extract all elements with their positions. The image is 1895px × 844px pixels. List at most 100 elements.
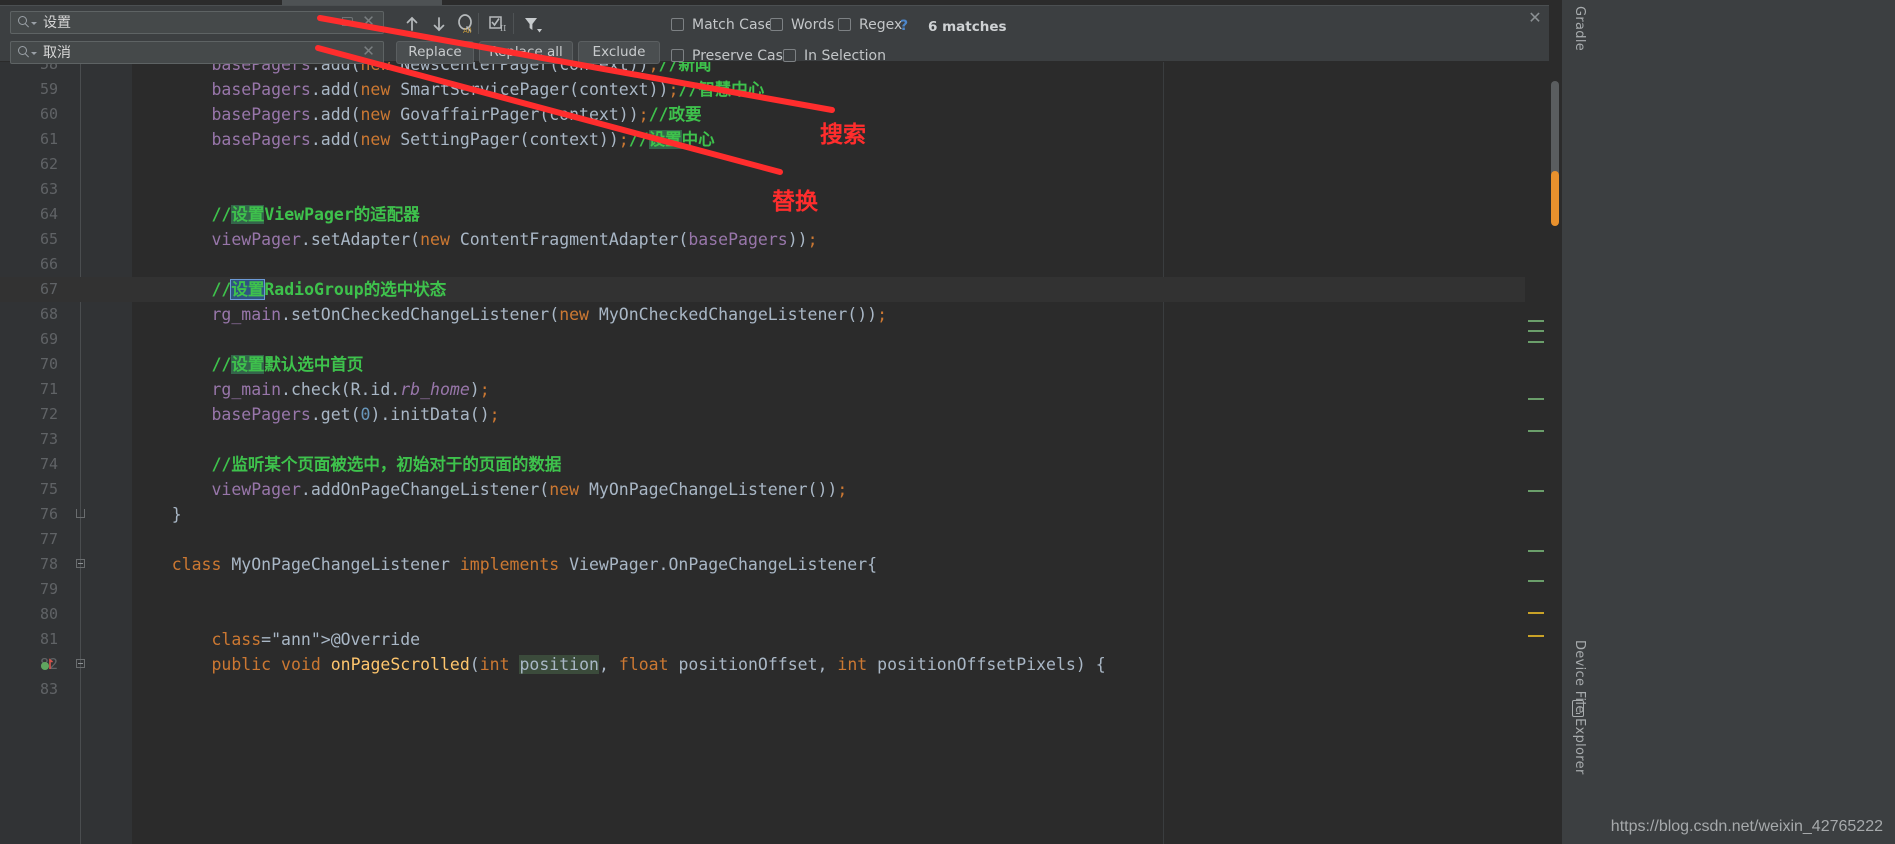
line-number: 61: [39, 130, 58, 148]
code-line[interactable]: 72 basePagers.get(0).initData();: [0, 402, 1549, 427]
line-number: 75: [39, 480, 58, 498]
clear-search-icon[interactable]: ✕: [362, 14, 375, 29]
filter-icon[interactable]: [520, 12, 546, 36]
code-text[interactable]: //设置ViewPager的适配器: [132, 202, 420, 227]
code-line[interactable]: 66: [0, 252, 1549, 277]
code-text[interactable]: basePagers.add(new SmartServicePager(con…: [132, 77, 764, 102]
preserve-case-checkbox[interactable]: [671, 49, 684, 62]
code-text[interactable]: rg_main.setOnCheckedChangeListener(new M…: [132, 302, 887, 327]
marker-stripe: [1528, 490, 1544, 492]
preserve-selection-icon[interactable]: II: [485, 12, 511, 36]
code-text[interactable]: //设置RadioGroup的选中状态: [132, 277, 446, 302]
replace-button[interactable]: Replace: [396, 41, 474, 64]
replace-input[interactable]: 取消 ✕: [10, 41, 384, 64]
code-line[interactable]: 79: [0, 577, 1549, 602]
code-line[interactable]: 74 //监听某个页面被选中，初始对于的页面的数据: [0, 452, 1549, 477]
match-case-label: Match Case: [692, 17, 774, 33]
close-icon[interactable]: ✕: [1528, 10, 1542, 26]
code-line[interactable]: 67 //设置RadioGroup的选中状态: [0, 277, 1549, 302]
code-text[interactable]: class="ann">@Override: [132, 627, 420, 652]
code-text[interactable]: //设置默认选中首页: [132, 352, 363, 377]
match-case-checkbox[interactable]: [671, 18, 684, 31]
code-editor[interactable]: 58 basePagers.add(new NewsCenterPager(co…: [0, 61, 1549, 844]
tool-window-tab-gradle[interactable]: Gradle: [1572, 6, 1587, 51]
code-text[interactable]: basePagers.add(new GovaffairPager(contex…: [132, 102, 701, 127]
code-text[interactable]: public void onPageScrolled(int position,…: [132, 652, 1106, 677]
in-selection-checkbox[interactable]: [783, 49, 796, 62]
code-line[interactable]: 76 }: [0, 502, 1549, 527]
right-tool-window-bar: [1561, 0, 1895, 844]
arrow-up-icon[interactable]: [399, 12, 425, 36]
code-text[interactable]: }: [132, 502, 182, 527]
regex-checkbox[interactable]: [838, 18, 851, 31]
line-number: 80: [39, 605, 58, 623]
code-line[interactable]: 61 basePagers.add(new SettingPager(conte…: [0, 127, 1549, 152]
line-number: 59: [39, 80, 58, 98]
line-number: 72: [39, 405, 58, 423]
code-line[interactable]: 81 class="ann">@Override: [0, 627, 1549, 652]
code-text[interactable]: basePagers.get(0).initData();: [132, 402, 499, 427]
line-number: 73: [39, 430, 58, 448]
code-text[interactable]: viewPager.addOnPageChangeListener(new My…: [132, 477, 847, 502]
code-line[interactable]: 60 basePagers.add(new GovaffairPager(con…: [0, 102, 1549, 127]
code-line[interactable]: 71 rg_main.check(R.id.rb_home);: [0, 377, 1549, 402]
code-line[interactable]: 65 viewPager.setAdapter(new ContentFragm…: [0, 227, 1549, 252]
code-line[interactable]: 77: [0, 527, 1549, 552]
line-number: 70: [39, 355, 58, 373]
editor-vertical-scrollbar[interactable]: [1549, 61, 1561, 844]
code-line[interactable]: 78 class MyOnPageChangeListener implemen…: [0, 552, 1549, 577]
code-text[interactable]: basePagers.add(new SettingPager(context)…: [132, 127, 715, 152]
line-number: 83: [39, 680, 58, 698]
search-input[interactable]: 设置 ✕: [10, 11, 384, 34]
chevron-down-icon[interactable]: [31, 22, 37, 25]
svg-text:All: All: [463, 27, 472, 35]
chevron-down-icon[interactable]: [31, 52, 37, 55]
find-replace-panel[interactable]: 设置 ✕ 取消 ✕ All II Replace Replace all Exc…: [0, 5, 1549, 64]
fold-collapse-icon[interactable]: [76, 559, 87, 570]
code-line[interactable]: 68 rg_main.setOnCheckedChangeListener(ne…: [0, 302, 1549, 327]
code-line[interactable]: 59 basePagers.add(new SmartServicePager(…: [0, 77, 1549, 102]
preserve-case-label: Preserve Case: [692, 48, 792, 64]
code-text[interactable]: rg_main.check(R.id.rb_home);: [132, 377, 489, 402]
code-line[interactable]: 80: [0, 602, 1549, 627]
regex-help-link[interactable]: ?: [900, 18, 908, 34]
scrollbar-thumb[interactable]: [1551, 81, 1559, 176]
code-text[interactable]: viewPager.setAdapter(new ContentFragment…: [132, 227, 817, 252]
ide-window: 58 basePagers.add(new NewsCenterPager(co…: [0, 0, 1895, 844]
tool-bar-edge: [1561, 0, 1562, 844]
code-line[interactable]: 62: [0, 152, 1549, 177]
code-line[interactable]: 83: [0, 677, 1549, 702]
code-line[interactable]: 70 //设置默认选中首页: [0, 352, 1549, 377]
line-number: 71: [39, 380, 58, 398]
scrollbar-thumb-highlight[interactable]: [1551, 171, 1559, 226]
fold-collapse-icon[interactable]: [76, 659, 87, 670]
select-all-occurrences-icon[interactable]: All: [452, 12, 478, 36]
exclude-button[interactable]: Exclude: [578, 41, 660, 64]
code-line[interactable]: 75 viewPager.addOnPageChangeListener(new…: [0, 477, 1549, 502]
match-count-label: 6 matches: [928, 19, 1007, 35]
code-line[interactable]: 73: [0, 427, 1549, 452]
search-history-icon[interactable]: [341, 15, 357, 30]
code-text[interactable]: //监听某个页面被选中，初始对于的页面的数据: [132, 452, 561, 477]
regex-label: Regex: [859, 17, 903, 33]
marker-gutter[interactable]: [1525, 61, 1549, 844]
code-text[interactable]: class MyOnPageChangeListener implements …: [132, 552, 877, 577]
line-number: 63: [39, 180, 58, 198]
line-number: 68: [39, 305, 58, 323]
line-number: 78: [39, 555, 58, 573]
replace-all-button[interactable]: Replace all: [479, 41, 573, 64]
override-marker-icon[interactable]: [40, 657, 54, 671]
code-line[interactable]: 82 public void onPageScrolled(int positi…: [0, 652, 1549, 677]
line-number: 74: [39, 455, 58, 473]
toolbar-separator: [478, 13, 479, 34]
fold-end-icon[interactable]: [76, 509, 85, 518]
watermark: https://blog.csdn.net/weixin_42765222: [1610, 818, 1883, 835]
editor-tab-stub[interactable]: [282, 0, 442, 5]
arrow-down-icon[interactable]: [426, 12, 452, 36]
line-number: 79: [39, 580, 58, 598]
code-line[interactable]: 69: [0, 327, 1549, 352]
tool-window-tab-device-file-explorer[interactable]: Device File Explorer: [1572, 640, 1587, 775]
words-checkbox[interactable]: [770, 18, 783, 31]
clear-replace-icon[interactable]: ✕: [362, 44, 375, 59]
words-label: Words: [791, 17, 835, 33]
